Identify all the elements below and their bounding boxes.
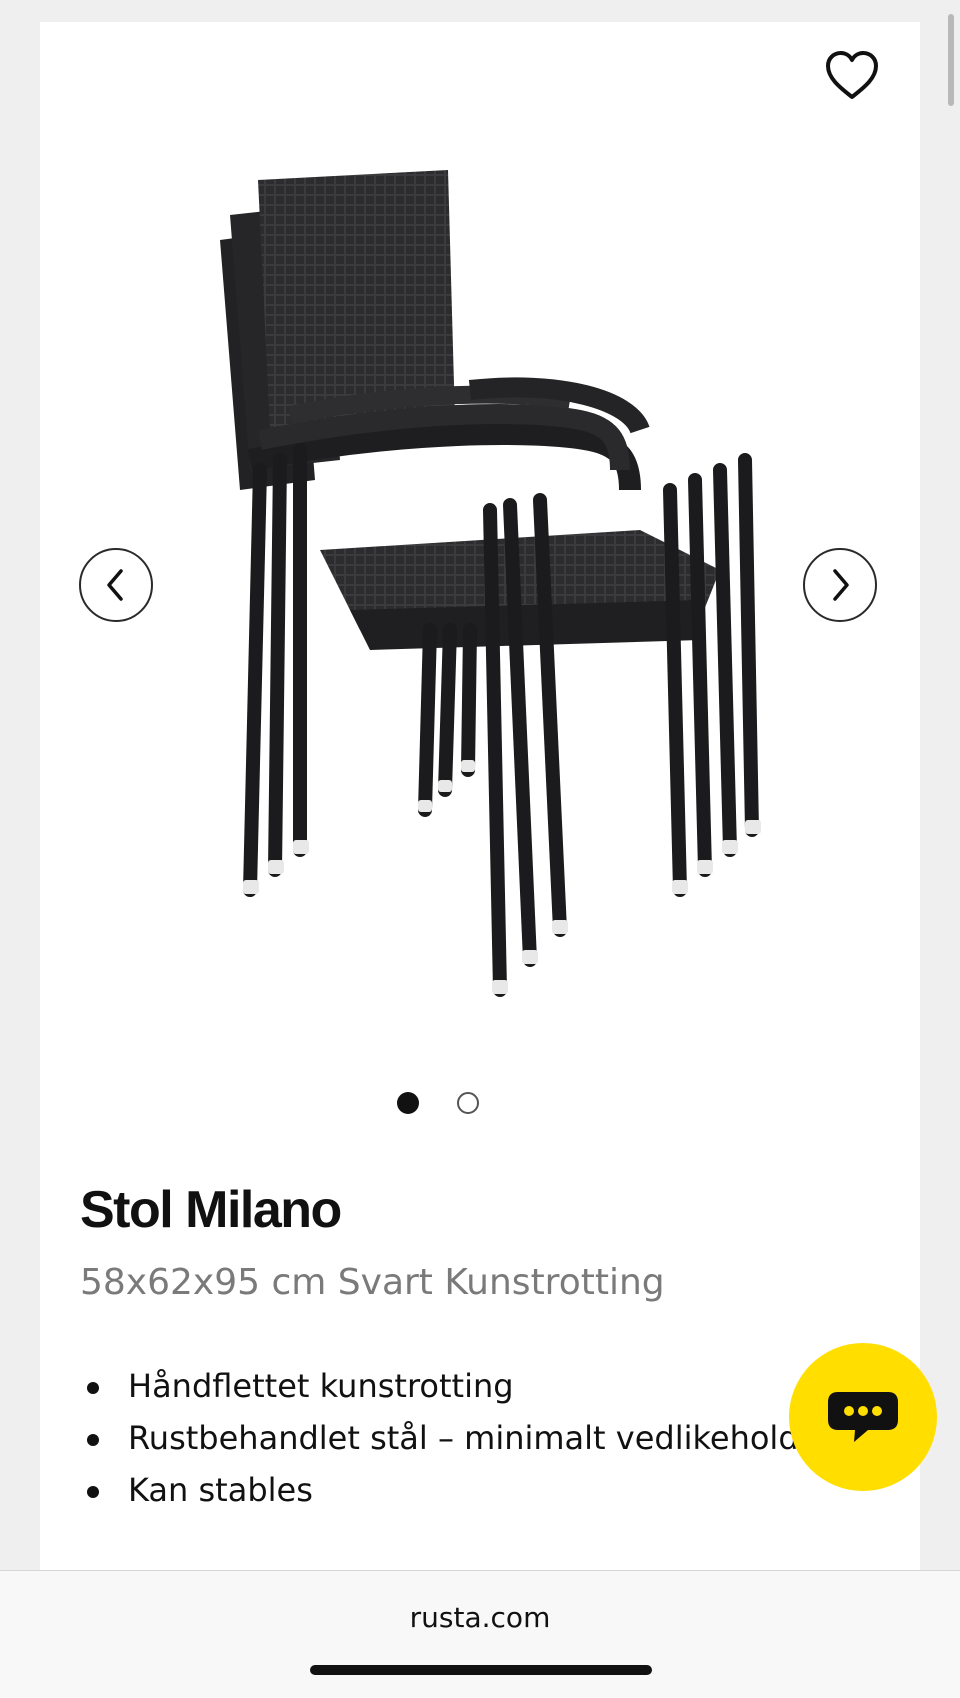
product-title: Stol Milano bbox=[80, 1181, 342, 1239]
previous-image-button[interactable] bbox=[79, 548, 153, 622]
pagination-dot-active[interactable] bbox=[397, 1092, 419, 1114]
gallery-pagination bbox=[397, 1092, 479, 1116]
next-image-button[interactable] bbox=[803, 548, 877, 622]
product-image bbox=[220, 170, 761, 997]
page: Stol Milano 58x62x95 cm Svart Kunstrotti… bbox=[0, 0, 960, 1698]
home-indicator[interactable] bbox=[310, 1665, 652, 1675]
product-subtitle: 58x62x95 cm Svart Kunstrotting bbox=[80, 1262, 665, 1303]
feature-item: Rustbehandlet stål – minimalt vedlikehol… bbox=[80, 1412, 820, 1464]
image-gallery[interactable] bbox=[40, 130, 920, 1060]
feature-list: Håndflettet kunstrotting Rustbehandlet s… bbox=[80, 1360, 820, 1516]
feature-item: Håndflettet kunstrotting bbox=[80, 1360, 820, 1412]
feature-item: Kan stables bbox=[80, 1464, 820, 1516]
heart-icon bbox=[826, 51, 878, 99]
pagination-dot[interactable] bbox=[457, 1092, 479, 1114]
scrollbar[interactable] bbox=[948, 14, 954, 106]
url-label[interactable]: rusta.com bbox=[0, 1601, 960, 1634]
chevron-left-icon bbox=[107, 569, 123, 601]
browser-bottom-bar: rusta.com bbox=[0, 1570, 960, 1698]
chevron-right-icon bbox=[833, 569, 849, 601]
chat-button[interactable] bbox=[789, 1343, 937, 1491]
favorite-button[interactable] bbox=[812, 40, 892, 110]
chat-bubble-icon bbox=[828, 1392, 898, 1442]
